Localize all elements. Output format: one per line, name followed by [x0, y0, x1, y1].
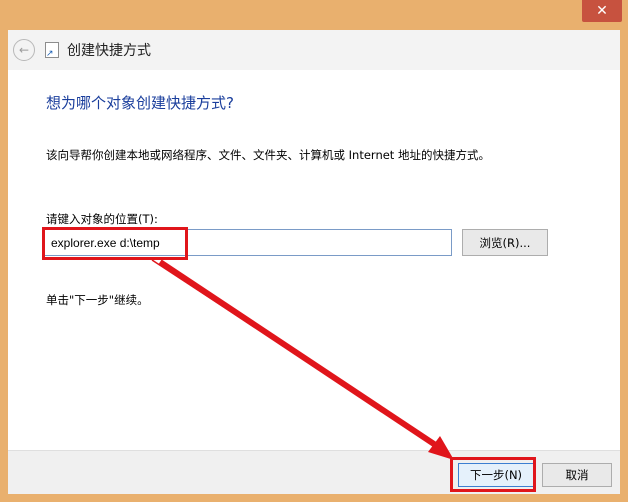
window-title: 创建快捷方式	[67, 43, 151, 59]
close-button[interactable]: ✕	[582, 0, 622, 22]
back-button[interactable]: ←	[13, 39, 35, 61]
browse-button[interactable]: 浏览(R)...	[462, 229, 548, 256]
wizard-footer: 下一步(N) 取消	[8, 450, 620, 494]
page-heading: 想为哪个对象创建快捷方式?	[46, 94, 234, 112]
wizard-content: 想为哪个对象创建快捷方式? 该向导帮你创建本地或网络程序、文件、文件夹、计算机或…	[8, 70, 620, 450]
shortcut-icon	[45, 42, 59, 59]
back-arrow-icon: ←	[18, 43, 30, 57]
cancel-button[interactable]: 取消	[542, 463, 612, 487]
continue-hint: 单击"下一步"继续。	[46, 293, 149, 307]
close-icon: ✕	[596, 3, 608, 19]
next-button[interactable]: 下一步(N)	[458, 463, 534, 487]
create-shortcut-window: ✕ ← 创建快捷方式 想为哪个对象创建快捷方式? 该向导帮你创建本地或网络程序、…	[0, 0, 628, 502]
wizard-description: 该向导帮你创建本地或网络程序、文件、文件夹、计算机或 Internet 地址的快…	[46, 148, 490, 162]
location-label: 请键入对象的位置(T):	[46, 212, 158, 226]
wizard-header: ← 创建快捷方式	[8, 30, 620, 70]
location-input[interactable]	[44, 229, 452, 256]
